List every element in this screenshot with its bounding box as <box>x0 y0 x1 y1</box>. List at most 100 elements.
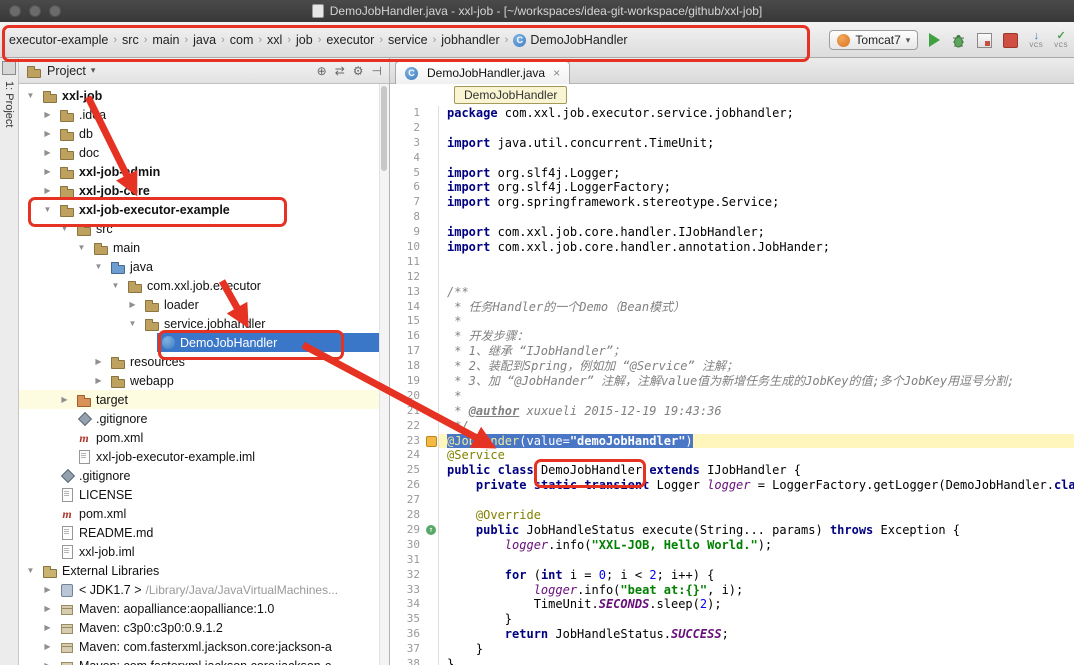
tree-expanded-icon[interactable]: ▼ <box>40 205 55 214</box>
code-line[interactable]: 12 <box>390 270 1074 285</box>
scrollbar-thumb[interactable] <box>381 86 387 171</box>
breadcrumb-item[interactable]: main <box>149 31 182 49</box>
tree-item--gitignore[interactable]: .gitignore <box>19 466 389 485</box>
tree-expanded-icon[interactable]: ▼ <box>74 243 89 252</box>
intention-bulb-icon[interactable] <box>426 436 437 447</box>
tree-collapsed-icon[interactable]: ▶ <box>57 395 72 404</box>
code-line[interactable]: 25public class DemoJobHandler extends IJ… <box>390 463 1074 478</box>
tree-item-maven-aopalliance-aopalliance-1-0[interactable]: ▶Maven: aopalliance:aopalliance:1.0 <box>19 599 389 618</box>
tree-collapsed-icon[interactable]: ▶ <box>125 300 140 309</box>
code-line[interactable]: 28 @Override <box>390 508 1074 523</box>
breadcrumb-item[interactable]: executor-example <box>6 31 111 49</box>
tree-collapsed-icon[interactable]: ▶ <box>91 357 106 366</box>
code-line[interactable]: 7import org.springframework.stereotype.S… <box>390 195 1074 210</box>
tree-expanded-icon[interactable]: ▼ <box>23 91 38 100</box>
hide-panel-icon[interactable]: ⊣ <box>372 64 382 78</box>
tree-collapsed-icon[interactable]: ▶ <box>40 623 55 632</box>
code-line[interactable]: 27 <box>390 493 1074 508</box>
run-button[interactable] <box>929 33 940 47</box>
code-line[interactable]: 37 } <box>390 642 1074 657</box>
code-line[interactable]: 32 for (int i = 0; i < 2; i++) { <box>390 568 1074 583</box>
run-configuration-select[interactable]: Tomcat7 ▾ <box>829 30 918 50</box>
code-line[interactable]: 38} <box>390 657 1074 665</box>
window-zoom-button[interactable] <box>49 5 61 17</box>
breadcrumb-item[interactable]: com <box>227 31 257 49</box>
tree-item-com-xxl-job-executor[interactable]: ▼com.xxl.job.executor <box>19 276 389 295</box>
tree-item-readme-md[interactable]: README.md <box>19 523 389 542</box>
breadcrumb-item[interactable]: jobhandler <box>438 31 502 49</box>
breadcrumb-item[interactable]: executor <box>323 31 377 49</box>
tree-expanded-icon[interactable]: ▼ <box>91 262 106 271</box>
tree-item-maven-c3p0-c3p0-0-9-1-2[interactable]: ▶Maven: c3p0:c3p0:0.9.1.2 <box>19 618 389 637</box>
close-icon[interactable]: × <box>553 66 560 80</box>
tree-collapsed-icon[interactable]: ▶ <box>40 642 55 651</box>
code-line[interactable]: 10import com.xxl.job.core.handler.annota… <box>390 240 1074 255</box>
tree-item-service-jobhandler[interactable]: ▼service.jobhandler <box>19 314 389 333</box>
code-line[interactable]: 30 logger.info("XXL-JOB, Hello World."); <box>390 538 1074 553</box>
tree-collapsed-icon[interactable]: ▶ <box>40 604 55 613</box>
tree-item-doc[interactable]: ▶doc <box>19 143 389 162</box>
code-line[interactable]: 22 */ <box>390 419 1074 434</box>
breadcrumb-item[interactable]: CDemoJobHandler <box>510 31 630 49</box>
code-line[interactable]: 23@JobHander(value="demoJobHandler") <box>390 434 1074 449</box>
coverage-button[interactable] <box>977 33 992 48</box>
code-line[interactable]: 14 * 任务Handler的一个Demo（Bean模式） <box>390 300 1074 315</box>
tree-collapsed-icon[interactable]: ▶ <box>91 376 106 385</box>
project-toolwindow-button[interactable]: 1: Project <box>3 81 15 127</box>
tree-item-maven-com-fasterxml-jackson-core-jackson-a[interactable]: ▶Maven: com.fasterxml.jackson.core:jacks… <box>19 637 389 656</box>
tree-collapsed-icon[interactable]: ▶ <box>40 167 55 176</box>
code-line[interactable]: 26 private static transient Logger logge… <box>390 478 1074 493</box>
tree-item-src[interactable]: ▼src <box>19 219 389 238</box>
breadcrumb-item[interactable]: service <box>385 31 431 49</box>
tree-expanded-icon[interactable]: ▼ <box>23 566 38 575</box>
tree-expanded-icon[interactable]: ▼ <box>108 281 123 290</box>
editor-tab[interactable]: C DemoJobHandler.java × <box>395 61 570 84</box>
window-close-button[interactable] <box>9 5 21 17</box>
tree-item-main[interactable]: ▼main <box>19 238 389 257</box>
tree-item--gitignore[interactable]: .gitignore <box>19 409 389 428</box>
editor-breadcrumb-chip[interactable]: DemoJobHandler <box>454 86 567 104</box>
tree-item-java[interactable]: ▼java <box>19 257 389 276</box>
code-line[interactable]: 8 <box>390 210 1074 225</box>
tree-collapsed-icon[interactable]: ▶ <box>40 186 55 195</box>
breadcrumb-item[interactable]: src <box>119 31 142 49</box>
code-line[interactable]: 33 logger.info("beat at:{}", i); <box>390 583 1074 598</box>
tree-item-resources[interactable]: ▶resources <box>19 352 389 371</box>
toolwindow-icon[interactable] <box>2 61 16 75</box>
tree-item-loader[interactable]: ▶loader <box>19 295 389 314</box>
breadcrumb-item[interactable]: xxl <box>264 31 285 49</box>
collapse-all-icon[interactable]: ⊕ <box>317 64 327 78</box>
tree-item-xxl-job-executor-example-iml[interactable]: xxl-job-executor-example.iml <box>19 447 389 466</box>
tree-item-xxl-job[interactable]: ▼xxl-job <box>19 86 389 105</box>
tree-item-xxl-job-iml[interactable]: xxl-job.iml <box>19 542 389 561</box>
tree-item-pom-xml[interactable]: mpom.xml <box>19 428 389 447</box>
override-marker-icon[interactable]: ↑ <box>426 525 436 535</box>
code-line[interactable]: 21 * @author xuxueli 2015-12-19 19:43:36 <box>390 404 1074 419</box>
tree-item-external-libraries[interactable]: ▼External Libraries <box>19 561 389 580</box>
tree-item-pom-xml[interactable]: mpom.xml <box>19 504 389 523</box>
code-line[interactable]: 9import com.xxl.job.core.handler.IJobHan… <box>390 225 1074 240</box>
code-line[interactable]: 16 * 开发步骤： <box>390 329 1074 344</box>
tree-item-xxl-job-core[interactable]: ▶xxl-job-core <box>19 181 389 200</box>
tree-item-xxl-job-admin[interactable]: ▶xxl-job-admin <box>19 162 389 181</box>
project-panel-title[interactable]: Project <box>47 64 86 78</box>
tree-collapsed-icon[interactable]: ▶ <box>40 585 55 594</box>
code-line[interactable]: 11 <box>390 255 1074 270</box>
vcs-update-button[interactable]: ↓ VCS <box>1029 31 1043 49</box>
tree-item-license[interactable]: LICENSE <box>19 485 389 504</box>
tree-collapsed-icon[interactable]: ▶ <box>40 661 55 665</box>
code-line[interactable]: 31 <box>390 553 1074 568</box>
window-minimize-button[interactable] <box>29 5 41 17</box>
code-line[interactable]: 3import java.util.concurrent.TimeUnit; <box>390 136 1074 151</box>
code-line[interactable]: 13/** <box>390 285 1074 300</box>
tree-collapsed-icon[interactable]: ▶ <box>40 129 55 138</box>
tree-item-target[interactable]: ▶target <box>19 390 389 409</box>
code-line[interactable]: 20 * <box>390 389 1074 404</box>
code-editor[interactable]: 1package com.xxl.job.executor.service.jo… <box>390 106 1074 665</box>
code-line[interactable]: 29↑ public JobHandleStatus execute(Strin… <box>390 523 1074 538</box>
code-line[interactable]: 5import org.slf4j.Logger; <box>390 166 1074 181</box>
code-line[interactable]: 36 return JobHandleStatus.SUCCESS; <box>390 627 1074 642</box>
tree-expanded-icon[interactable]: ▼ <box>125 319 140 328</box>
code-line[interactable]: 1package com.xxl.job.executor.service.jo… <box>390 106 1074 121</box>
chevron-down-icon[interactable]: ▾ <box>91 65 96 76</box>
